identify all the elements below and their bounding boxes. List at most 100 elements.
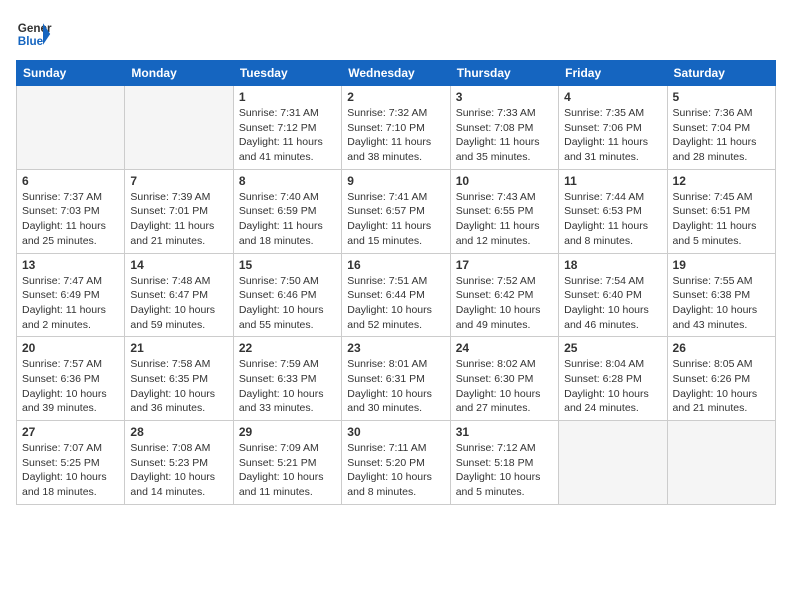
day-number: 3: [456, 90, 553, 104]
day-info: Sunrise: 7:40 AM Sunset: 6:59 PM Dayligh…: [239, 190, 336, 249]
day-number: 26: [673, 341, 770, 355]
calendar-cell: 16 Sunrise: 7:51 AM Sunset: 6:44 PM Dayli…: [342, 253, 450, 337]
day-number: 1: [239, 90, 336, 104]
calendar-cell: 19 Sunrise: 7:55 AM Sunset: 6:38 PM Dayli…: [667, 253, 775, 337]
svg-text:Blue: Blue: [18, 35, 44, 48]
day-info: Sunrise: 7:47 AM Sunset: 6:49 PM Dayligh…: [22, 274, 119, 333]
day-info: Sunrise: 7:48 AM Sunset: 6:47 PM Dayligh…: [130, 274, 227, 333]
calendar-cell: 15 Sunrise: 7:50 AM Sunset: 6:46 PM Dayli…: [233, 253, 341, 337]
calendar-cell: 7 Sunrise: 7:39 AM Sunset: 7:01 PM Daylig…: [125, 169, 233, 253]
calendar-cell: 1 Sunrise: 7:31 AM Sunset: 7:12 PM Daylig…: [233, 86, 341, 170]
day-number: 20: [22, 341, 119, 355]
day-info: Sunrise: 7:55 AM Sunset: 6:38 PM Dayligh…: [673, 274, 770, 333]
calendar-cell: 3 Sunrise: 7:33 AM Sunset: 7:08 PM Daylig…: [450, 86, 558, 170]
day-info: Sunrise: 7:44 AM Sunset: 6:53 PM Dayligh…: [564, 190, 661, 249]
calendar-week-1: 1 Sunrise: 7:31 AM Sunset: 7:12 PM Daylig…: [17, 86, 776, 170]
calendar-table: SundayMondayTuesdayWednesdayThursdayFrid…: [16, 60, 776, 505]
day-number: 16: [347, 258, 444, 272]
day-number: 13: [22, 258, 119, 272]
calendar-cell: [667, 421, 775, 505]
logo: General Blue: [16, 16, 52, 52]
day-info: Sunrise: 7:54 AM Sunset: 6:40 PM Dayligh…: [564, 274, 661, 333]
day-info: Sunrise: 7:11 AM Sunset: 5:20 PM Dayligh…: [347, 441, 444, 500]
day-info: Sunrise: 7:37 AM Sunset: 7:03 PM Dayligh…: [22, 190, 119, 249]
day-info: Sunrise: 8:01 AM Sunset: 6:31 PM Dayligh…: [347, 357, 444, 416]
day-number: 30: [347, 425, 444, 439]
day-info: Sunrise: 7:07 AM Sunset: 5:25 PM Dayligh…: [22, 441, 119, 500]
calendar-cell: 27 Sunrise: 7:07 AM Sunset: 5:25 PM Dayli…: [17, 421, 125, 505]
day-info: Sunrise: 7:32 AM Sunset: 7:10 PM Dayligh…: [347, 106, 444, 165]
day-number: 19: [673, 258, 770, 272]
calendar-cell: 2 Sunrise: 7:32 AM Sunset: 7:10 PM Daylig…: [342, 86, 450, 170]
day-number: 5: [673, 90, 770, 104]
weekday-header-tuesday: Tuesday: [233, 61, 341, 86]
calendar-cell: 26 Sunrise: 8:05 AM Sunset: 6:26 PM Dayli…: [667, 337, 775, 421]
weekday-header-sunday: Sunday: [17, 61, 125, 86]
day-number: 8: [239, 174, 336, 188]
day-info: Sunrise: 8:04 AM Sunset: 6:28 PM Dayligh…: [564, 357, 661, 416]
calendar-cell: [17, 86, 125, 170]
day-info: Sunrise: 8:05 AM Sunset: 6:26 PM Dayligh…: [673, 357, 770, 416]
weekday-header-friday: Friday: [559, 61, 667, 86]
day-number: 18: [564, 258, 661, 272]
day-number: 29: [239, 425, 336, 439]
calendar-week-3: 13 Sunrise: 7:47 AM Sunset: 6:49 PM Dayli…: [17, 253, 776, 337]
weekday-header-saturday: Saturday: [667, 61, 775, 86]
page-header: General Blue: [16, 16, 776, 52]
weekday-header-monday: Monday: [125, 61, 233, 86]
day-number: 6: [22, 174, 119, 188]
day-info: Sunrise: 7:58 AM Sunset: 6:35 PM Dayligh…: [130, 357, 227, 416]
calendar-cell: 30 Sunrise: 7:11 AM Sunset: 5:20 PM Dayli…: [342, 421, 450, 505]
calendar-week-5: 27 Sunrise: 7:07 AM Sunset: 5:25 PM Dayli…: [17, 421, 776, 505]
calendar-cell: 5Sunrise: 7:36 AM Sunset: 7:04 PM Daylig…: [667, 86, 775, 170]
day-info: Sunrise: 7:59 AM Sunset: 6:33 PM Dayligh…: [239, 357, 336, 416]
calendar-cell: 18 Sunrise: 7:54 AM Sunset: 6:40 PM Dayli…: [559, 253, 667, 337]
day-number: 31: [456, 425, 553, 439]
calendar-week-2: 6 Sunrise: 7:37 AM Sunset: 7:03 PM Daylig…: [17, 169, 776, 253]
calendar-cell: [559, 421, 667, 505]
day-number: 14: [130, 258, 227, 272]
day-number: 7: [130, 174, 227, 188]
day-number: 27: [22, 425, 119, 439]
calendar-cell: 17 Sunrise: 7:52 AM Sunset: 6:42 PM Dayli…: [450, 253, 558, 337]
day-number: 11: [564, 174, 661, 188]
day-info: Sunrise: 7:31 AM Sunset: 7:12 PM Dayligh…: [239, 106, 336, 165]
day-number: 2: [347, 90, 444, 104]
calendar-cell: 25 Sunrise: 8:04 AM Sunset: 6:28 PM Dayli…: [559, 337, 667, 421]
day-info: Sunrise: 7:57 AM Sunset: 6:36 PM Dayligh…: [22, 357, 119, 416]
day-number: 25: [564, 341, 661, 355]
calendar-cell: 4 Sunrise: 7:35 AM Sunset: 7:06 PM Daylig…: [559, 86, 667, 170]
day-info: Sunrise: 7:52 AM Sunset: 6:42 PM Dayligh…: [456, 274, 553, 333]
day-number: 17: [456, 258, 553, 272]
calendar-cell: 10Sunrise: 7:43 AM Sunset: 6:55 PM Dayli…: [450, 169, 558, 253]
day-number: 23: [347, 341, 444, 355]
day-info: Sunrise: 7:41 AM Sunset: 6:57 PM Dayligh…: [347, 190, 444, 249]
day-number: 15: [239, 258, 336, 272]
calendar-cell: 29Sunrise: 7:09 AM Sunset: 5:21 PM Dayli…: [233, 421, 341, 505]
calendar-cell: 28Sunrise: 7:08 AM Sunset: 5:23 PM Dayli…: [125, 421, 233, 505]
day-info: Sunrise: 7:45 AM Sunset: 6:51 PM Dayligh…: [673, 190, 770, 249]
weekday-header-thursday: Thursday: [450, 61, 558, 86]
calendar-cell: 9Sunrise: 7:41 AM Sunset: 6:57 PM Daylig…: [342, 169, 450, 253]
calendar-header-row: SundayMondayTuesdayWednesdayThursdayFrid…: [17, 61, 776, 86]
day-number: 12: [673, 174, 770, 188]
calendar-cell: 20 Sunrise: 7:57 AM Sunset: 6:36 PM Dayli…: [17, 337, 125, 421]
logo-icon: General Blue: [16, 16, 52, 52]
day-number: 4: [564, 90, 661, 104]
calendar-cell: 12 Sunrise: 7:45 AM Sunset: 6:51 PM Dayli…: [667, 169, 775, 253]
day-number: 10: [456, 174, 553, 188]
day-info: Sunrise: 7:51 AM Sunset: 6:44 PM Dayligh…: [347, 274, 444, 333]
day-info: Sunrise: 8:02 AM Sunset: 6:30 PM Dayligh…: [456, 357, 553, 416]
day-info: Sunrise: 7:08 AM Sunset: 5:23 PM Dayligh…: [130, 441, 227, 500]
day-info: Sunrise: 7:39 AM Sunset: 7:01 PM Dayligh…: [130, 190, 227, 249]
day-info: Sunrise: 7:33 AM Sunset: 7:08 PM Dayligh…: [456, 106, 553, 165]
day-info: Sunrise: 7:12 AM Sunset: 5:18 PM Dayligh…: [456, 441, 553, 500]
day-number: 22: [239, 341, 336, 355]
calendar-cell: 21Sunrise: 7:58 AM Sunset: 6:35 PM Dayli…: [125, 337, 233, 421]
calendar-week-4: 20 Sunrise: 7:57 AM Sunset: 6:36 PM Dayli…: [17, 337, 776, 421]
calendar-cell: [125, 86, 233, 170]
calendar-cell: 14 Sunrise: 7:48 AM Sunset: 6:47 PM Dayli…: [125, 253, 233, 337]
day-info: Sunrise: 7:50 AM Sunset: 6:46 PM Dayligh…: [239, 274, 336, 333]
day-info: Sunrise: 7:35 AM Sunset: 7:06 PM Dayligh…: [564, 106, 661, 165]
calendar-cell: 24Sunrise: 8:02 AM Sunset: 6:30 PM Dayli…: [450, 337, 558, 421]
